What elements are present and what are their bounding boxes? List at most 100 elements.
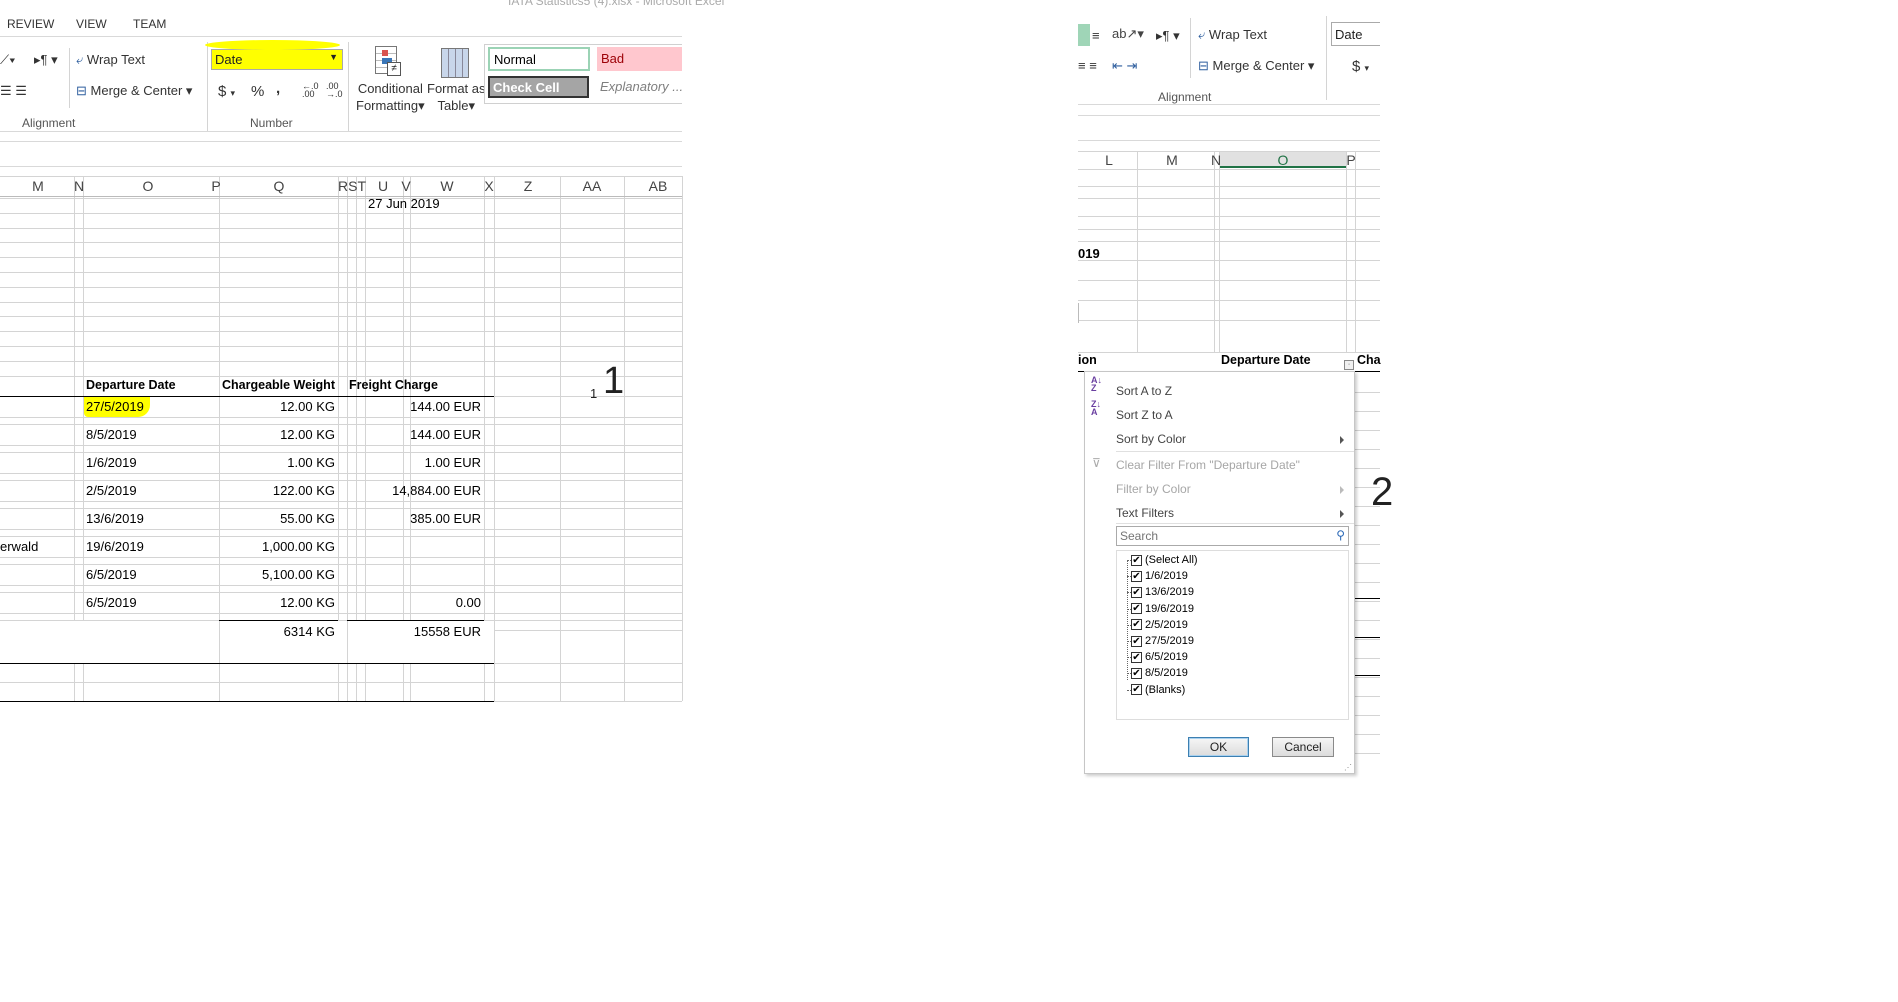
decrease-decimal-icon[interactable]: .00 →.0 bbox=[326, 82, 343, 99]
weight-cell[interactable]: 12.00 KG bbox=[219, 595, 335, 610]
menu-filter-by-color[interactable]: Filter by Color bbox=[1116, 482, 1191, 496]
checkbox[interactable]: ✔ bbox=[1131, 619, 1142, 631]
weight-cell[interactable]: 5,100.00 KG bbox=[219, 567, 335, 582]
menu-clear-filter[interactable]: Clear Filter From "Departure Date" bbox=[1116, 458, 1300, 472]
number-format-dropdown[interactable]: Date ▼ bbox=[211, 49, 343, 70]
cancel-button[interactable]: Cancel bbox=[1272, 737, 1334, 757]
currency-button[interactable]: $ ▾ bbox=[1352, 58, 1369, 75]
charge-cell[interactable]: 14,884.00 EUR bbox=[347, 483, 481, 498]
header-departure-date[interactable]: Departure Date bbox=[86, 378, 176, 392]
tab-team[interactable]: TEAM bbox=[133, 17, 166, 31]
column-header-o[interactable]: O bbox=[143, 178, 154, 194]
menu-sort-a-to-z[interactable]: Sort A to Z bbox=[1116, 384, 1172, 398]
tab-view[interactable]: VIEW bbox=[76, 17, 107, 31]
search-field[interactable]: ⚲ bbox=[1116, 526, 1349, 546]
filter-value-item[interactable]: ✔ (Blanks) bbox=[1127, 684, 1185, 696]
departure-date-cell[interactable]: 6/5/2019 bbox=[86, 595, 137, 610]
column-header-w[interactable]: W bbox=[440, 178, 453, 194]
style-bad[interactable]: Bad bbox=[597, 47, 682, 71]
year-fragment-cell[interactable]: 019 bbox=[1078, 246, 1100, 261]
search-input[interactable] bbox=[1117, 527, 1317, 545]
total-weight[interactable]: 6314 KG bbox=[219, 624, 335, 639]
header-next-fragment[interactable]: Cha bbox=[1357, 353, 1381, 367]
number-format-dropdown[interactable]: Date bbox=[1331, 22, 1380, 46]
column-header-n[interactable]: N bbox=[1211, 152, 1221, 168]
column-header-l[interactable]: L bbox=[1105, 152, 1113, 168]
filter-value-item[interactable]: ✔ 19/6/2019 bbox=[1127, 603, 1194, 615]
checkbox[interactable]: ✔ bbox=[1131, 554, 1142, 566]
merge-center-button[interactable]: ⊟ Merge & Center ▾ bbox=[1198, 58, 1314, 74]
departure-date-cell[interactable]: 8/5/2019 bbox=[86, 427, 137, 442]
checkbox[interactable]: ✔ bbox=[1131, 667, 1142, 679]
style-check-cell[interactable]: Check Cell bbox=[488, 76, 589, 98]
departure-date-cell[interactable]: 2/5/2019 bbox=[86, 483, 137, 498]
column-header-o[interactable]: O bbox=[1278, 152, 1289, 168]
column-header-p[interactable]: P bbox=[211, 178, 220, 194]
column-header-p[interactable]: P bbox=[1346, 152, 1355, 168]
departure-date-cell[interactable]: 13/6/2019 bbox=[86, 511, 144, 526]
name-cell[interactable]: erwald bbox=[0, 539, 38, 554]
percent-button[interactable]: % bbox=[251, 83, 264, 100]
checkbox[interactable]: ✔ bbox=[1131, 586, 1142, 598]
weight-cell[interactable]: 1,000.00 KG bbox=[219, 539, 335, 554]
departure-date-cell[interactable]: 6/5/2019 bbox=[86, 567, 137, 582]
column-header-ab[interactable]: AB bbox=[649, 178, 668, 194]
checkbox[interactable]: ✔ bbox=[1131, 635, 1142, 647]
column-header-m[interactable]: M bbox=[1166, 152, 1178, 168]
charge-cell[interactable]: 1.00 EUR bbox=[347, 455, 481, 470]
increase-decimal-icon[interactable]: ←.0.00 bbox=[302, 82, 319, 99]
checkbox[interactable]: ✔ bbox=[1131, 570, 1142, 582]
indent-icon[interactable]: ☰ ☰ bbox=[0, 83, 27, 99]
style-explanatory[interactable]: Explanatory ... bbox=[600, 79, 683, 94]
filter-value-item[interactable]: ✔ 6/5/2019 bbox=[1127, 651, 1188, 663]
departure-date-cell[interactable]: 27/5/2019 bbox=[86, 399, 144, 414]
checkbox[interactable]: ✔ bbox=[1131, 603, 1142, 615]
header-departure-date[interactable]: Departure Date bbox=[1221, 353, 1311, 367]
total-charge[interactable]: 15558 EUR bbox=[347, 624, 481, 639]
tab-review[interactable]: REVIEW bbox=[7, 17, 54, 31]
formula-bar[interactable] bbox=[0, 142, 682, 165]
header-fragment-cell[interactable]: ion bbox=[1078, 353, 1097, 367]
weight-cell[interactable]: 1.00 KG bbox=[219, 455, 335, 470]
conditional-formatting-button[interactable]: Conditional Formatting▾ bbox=[356, 80, 425, 114]
filter-value-item[interactable]: ✔ 13/6/2019 bbox=[1127, 586, 1194, 598]
align-justify-icon[interactable]: ≡ ≡ bbox=[1078, 58, 1097, 73]
resize-grip-icon[interactable]: ⋰ bbox=[1344, 763, 1352, 772]
weight-cell[interactable]: 122.00 KG bbox=[219, 483, 335, 498]
orientation-icon[interactable]: ⟋▾ bbox=[0, 52, 15, 68]
menu-text-filters[interactable]: Text Filters bbox=[1116, 506, 1174, 520]
charge-cell[interactable]: 385.00 EUR bbox=[347, 511, 481, 526]
weight-cell[interactable]: 12.00 KG bbox=[219, 399, 335, 414]
ok-button[interactable]: OK bbox=[1188, 737, 1249, 757]
header-freight-charge[interactable]: Freight Charge bbox=[349, 378, 438, 392]
column-header-q[interactable]: Q bbox=[274, 178, 285, 194]
checkbox[interactable]: ✔ bbox=[1131, 684, 1142, 696]
checkbox[interactable]: ✔ bbox=[1131, 651, 1142, 663]
text-direction-icon[interactable]: ▸¶ ▾ bbox=[34, 52, 58, 68]
column-header-m[interactable]: M bbox=[32, 178, 44, 194]
filter-value-item[interactable]: ✔ 1/6/2019 bbox=[1127, 570, 1188, 582]
column-header-u[interactable]: U bbox=[378, 178, 388, 194]
column-header-v[interactable]: V bbox=[401, 178, 410, 194]
filter-value-item[interactable]: ✔ 8/5/2019 bbox=[1127, 667, 1188, 679]
column-header-aa[interactable]: AA bbox=[583, 178, 602, 194]
align-right-icon[interactable]: ≡ bbox=[1092, 28, 1100, 43]
menu-sort-z-to-a[interactable]: Sort Z to A bbox=[1116, 408, 1173, 422]
charge-cell[interactable]: 144.00 EUR bbox=[347, 427, 481, 442]
filter-value-item[interactable]: ✔ (Select All) bbox=[1127, 554, 1198, 566]
charge-cell[interactable]: 144.00 EUR bbox=[347, 399, 481, 414]
orientation-icon[interactable]: ab↗▾ bbox=[1112, 26, 1144, 42]
filter-dropdown-button[interactable]: · bbox=[1344, 360, 1354, 370]
currency-button[interactable]: $ ▾ bbox=[218, 83, 235, 100]
text-direction-icon[interactable]: ▸¶ ▾ bbox=[1156, 28, 1180, 44]
weight-cell[interactable]: 55.00 KG bbox=[219, 511, 335, 526]
merge-center-button[interactable]: ⊟ Merge & Center ▾ bbox=[76, 83, 192, 99]
filter-value-item[interactable]: ✔ 27/5/2019 bbox=[1127, 635, 1194, 647]
charge-cell[interactable]: 0.00 bbox=[347, 595, 481, 610]
filter-value-item[interactable]: ✔ 2/5/2019 bbox=[1127, 619, 1188, 631]
weight-cell[interactable]: 12.00 KG bbox=[219, 427, 335, 442]
wrap-text-button[interactable]: ⤶ Wrap Text bbox=[76, 52, 145, 68]
column-header-rst[interactable]: RST bbox=[338, 178, 366, 194]
comma-button[interactable]: , bbox=[276, 80, 280, 97]
column-header-n[interactable]: N bbox=[74, 178, 84, 194]
